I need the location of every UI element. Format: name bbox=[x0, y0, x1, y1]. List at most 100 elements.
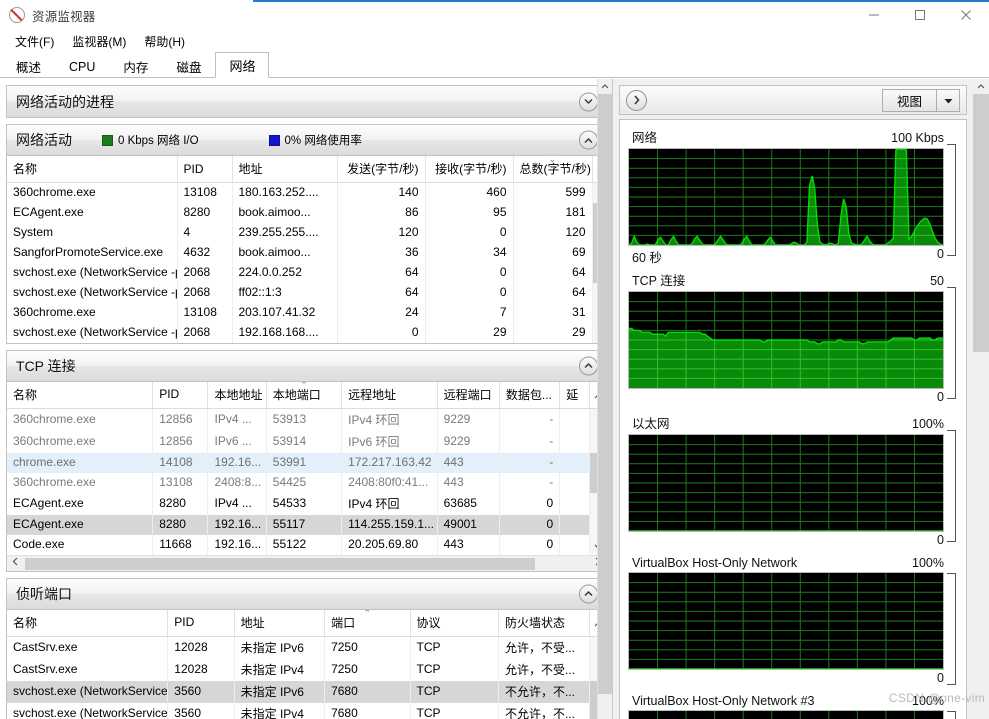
listening-ports-header[interactable]: 侦听端口 bbox=[7, 578, 605, 610]
tcp-connections-panel: TCP 连接 名称 PID 本地地址 ⌃ 本地端口 远程地址 远程端口 数据包.… bbox=[6, 349, 606, 572]
tab-memory[interactable]: 内存 bbox=[109, 55, 162, 78]
legend-label-utilization: 0% 网络使用率 bbox=[284, 135, 362, 147]
network-activity-header[interactable]: 网络活动 0 Kbps 网络 I/O 0% 网络使用率 bbox=[7, 125, 605, 156]
col-header-sent[interactable]: 发送(字节/秒) bbox=[337, 156, 426, 183]
right-scroll-up-arrow[interactable] bbox=[973, 79, 989, 94]
chevron-down-icon[interactable] bbox=[579, 92, 598, 111]
table-row[interactable]: 360chrome.exe 13108 2408:8... 54425 2408… bbox=[7, 472, 605, 493]
col-header-packet-loss[interactable]: 数据包... bbox=[499, 381, 561, 409]
col-header-firewall[interactable]: 防火墙状态 bbox=[498, 609, 591, 637]
chevron-up-icon[interactable] bbox=[579, 130, 598, 150]
col-header-pid[interactable]: PID bbox=[167, 609, 235, 637]
cell-name: CastSrv.exe bbox=[7, 658, 169, 681]
col-header-name[interactable]: 名称 bbox=[7, 381, 154, 409]
cell-name: ECAgent.exe bbox=[7, 492, 154, 515]
window-controls bbox=[851, 0, 989, 30]
table-row[interactable]: svchost.exe (NetworkService -p) 3560 未指定… bbox=[7, 680, 605, 703]
col-header-total[interactable]: ⌄ 总数(字节/秒) bbox=[513, 156, 593, 183]
cell-received: 460 bbox=[425, 182, 514, 203]
col-header-port[interactable]: ⌃ 端口 bbox=[324, 609, 411, 637]
left-scroll-thumb[interactable] bbox=[598, 94, 612, 694]
right-pane-scrollbar[interactable] bbox=[973, 79, 989, 719]
table-row[interactable]: svchost.exe (NetworkService -p) 2068 224… bbox=[7, 262, 607, 283]
table-row[interactable]: ECAgent.exe 8280 192.16... 55117 114.255… bbox=[7, 514, 605, 535]
col-header-address[interactable]: 地址 bbox=[232, 156, 338, 183]
col-header-name[interactable]: 名称 bbox=[7, 609, 169, 637]
chevron-up-icon[interactable] bbox=[579, 356, 598, 375]
tab-overview[interactable]: 概述 bbox=[2, 55, 55, 78]
graph-tcp-bracket bbox=[947, 287, 956, 399]
cell-firewall: 允许，不受... bbox=[498, 636, 591, 659]
col-header-pid[interactable]: PID bbox=[152, 381, 209, 409]
chevron-down-icon[interactable] bbox=[937, 90, 959, 111]
graph-vbox1-ymin: 0 bbox=[937, 671, 944, 685]
table-row[interactable]: Code.exe 11668 192.16... 55122 20.205.69… bbox=[7, 534, 605, 555]
cell-port: 7250 bbox=[324, 636, 411, 659]
table-row[interactable]: svchost.exe (NetworkService -p) 2068 ff0… bbox=[7, 282, 607, 303]
hscroll-track[interactable] bbox=[23, 556, 589, 571]
chevron-right-icon[interactable] bbox=[626, 89, 647, 111]
hscroll-left-arrow[interactable] bbox=[7, 557, 23, 569]
menu-item-help[interactable]: 帮助(H) bbox=[135, 31, 194, 52]
table-row[interactable]: CastSrv.exe 12028 未指定 IPv4 7250 TCP 允许，不… bbox=[7, 658, 605, 681]
view-button[interactable]: 视图 bbox=[881, 89, 960, 112]
table-row[interactable]: ECAgent.exe 8280 IPv4 ... 54533 IPv4 环回 … bbox=[7, 492, 605, 515]
table-row[interactable]: CastSrv.exe 12028 未指定 IPv6 7250 TCP 允许，不… bbox=[7, 636, 605, 659]
cell-latency bbox=[559, 492, 591, 515]
col-header-pid[interactable]: PID bbox=[177, 156, 233, 183]
table-row[interactable]: ECAgent.exe 8280 book.aimoo... 86 95 181 bbox=[7, 202, 607, 223]
table-row[interactable]: 360chrome.exe 12856 IPv6 ... 53914 IPv6 … bbox=[7, 430, 605, 453]
menu-item-file[interactable]: 文件(F) bbox=[6, 31, 63, 52]
col-header-latency[interactable]: 延 bbox=[559, 381, 591, 409]
menu-item-monitor[interactable]: 监视器(M) bbox=[63, 31, 135, 52]
cell-local-address: IPv6 ... bbox=[207, 430, 267, 453]
col-header-remote-address[interactable]: 远程地址 bbox=[341, 381, 438, 409]
tcp-connections-header[interactable]: TCP 连接 bbox=[7, 350, 605, 382]
close-button[interactable] bbox=[943, 0, 989, 30]
tcp-horizontal-scrollbar[interactable] bbox=[7, 554, 605, 571]
table-row[interactable]: SangforPromoteService.exe 4632 book.aimo… bbox=[7, 242, 607, 263]
hscroll-thumb[interactable] bbox=[25, 557, 535, 570]
cell-pid: 12856 bbox=[152, 408, 209, 431]
cell-pid: 14108 bbox=[152, 452, 209, 473]
cell-address: 192.168.168.... bbox=[232, 322, 338, 343]
graph-network-canvas bbox=[628, 148, 944, 246]
col-header-name[interactable]: 名称 bbox=[7, 156, 178, 183]
cell-pid: 2068 bbox=[177, 262, 233, 283]
table-row[interactable]: 360chrome.exe 13108 203.107.41.32 24 7 3… bbox=[7, 302, 607, 323]
table-row[interactable]: svchost.exe (NetworkService -p) 3560 未指定… bbox=[7, 702, 605, 719]
table-row[interactable]: System 4 239.255.255.... 120 0 120 bbox=[7, 222, 607, 243]
cell-remote-port: 9229 bbox=[437, 408, 500, 431]
tab-disk[interactable]: 磁盘 bbox=[162, 55, 215, 78]
left-scroll-up-arrow[interactable] bbox=[598, 79, 612, 94]
table-row[interactable]: svchost.exe (NetworkService -p) 2068 192… bbox=[7, 322, 607, 343]
cell-latency bbox=[559, 514, 591, 535]
graph-tcp-title: TCP 连接 bbox=[632, 274, 686, 288]
graph-vbox1-bracket bbox=[947, 573, 956, 685]
minimize-button[interactable] bbox=[851, 0, 897, 30]
legend-network-utilization: 0% 网络使用率 bbox=[268, 132, 362, 148]
processes-panel-header[interactable]: 网络活动的进程 bbox=[7, 86, 605, 117]
cell-name: 360chrome.exe bbox=[7, 182, 178, 203]
col-header-received[interactable]: 接收(字节/秒) bbox=[425, 156, 514, 183]
col-header-remote-port[interactable]: 远程端口 bbox=[437, 381, 500, 409]
cell-remote-address: 2408:80f0:41... bbox=[341, 472, 438, 493]
table-row[interactable]: chrome.exe 14108 192.16... 53991 172.217… bbox=[7, 452, 605, 473]
col-header-local-port[interactable]: ⌃ 本地端口 bbox=[266, 381, 343, 409]
left-pane-scrollbar[interactable] bbox=[597, 79, 612, 719]
col-header-local-port-label: 本地端口 bbox=[272, 387, 321, 402]
graph-ethernet-title: 以太网 bbox=[632, 417, 670, 431]
cell-latency bbox=[559, 534, 591, 555]
col-header-local-address[interactable]: 本地地址 bbox=[207, 381, 267, 409]
cell-local-port: 54425 bbox=[266, 472, 343, 493]
chevron-up-icon[interactable] bbox=[579, 584, 598, 603]
col-header-address[interactable]: 地址 bbox=[234, 609, 326, 637]
col-header-total-label: 总数(字节/秒) bbox=[519, 162, 591, 176]
table-row[interactable]: 360chrome.exe 12856 IPv4 ... 53913 IPv4 … bbox=[7, 408, 605, 431]
tab-network[interactable]: 网络 bbox=[215, 52, 270, 78]
tab-cpu[interactable]: CPU bbox=[55, 55, 109, 78]
right-scroll-thumb[interactable] bbox=[973, 94, 989, 352]
maximize-button[interactable] bbox=[897, 0, 943, 30]
col-header-protocol[interactable]: 协议 bbox=[410, 609, 499, 637]
table-row[interactable]: 360chrome.exe 13108 180.163.252.... 140 … bbox=[7, 182, 607, 203]
